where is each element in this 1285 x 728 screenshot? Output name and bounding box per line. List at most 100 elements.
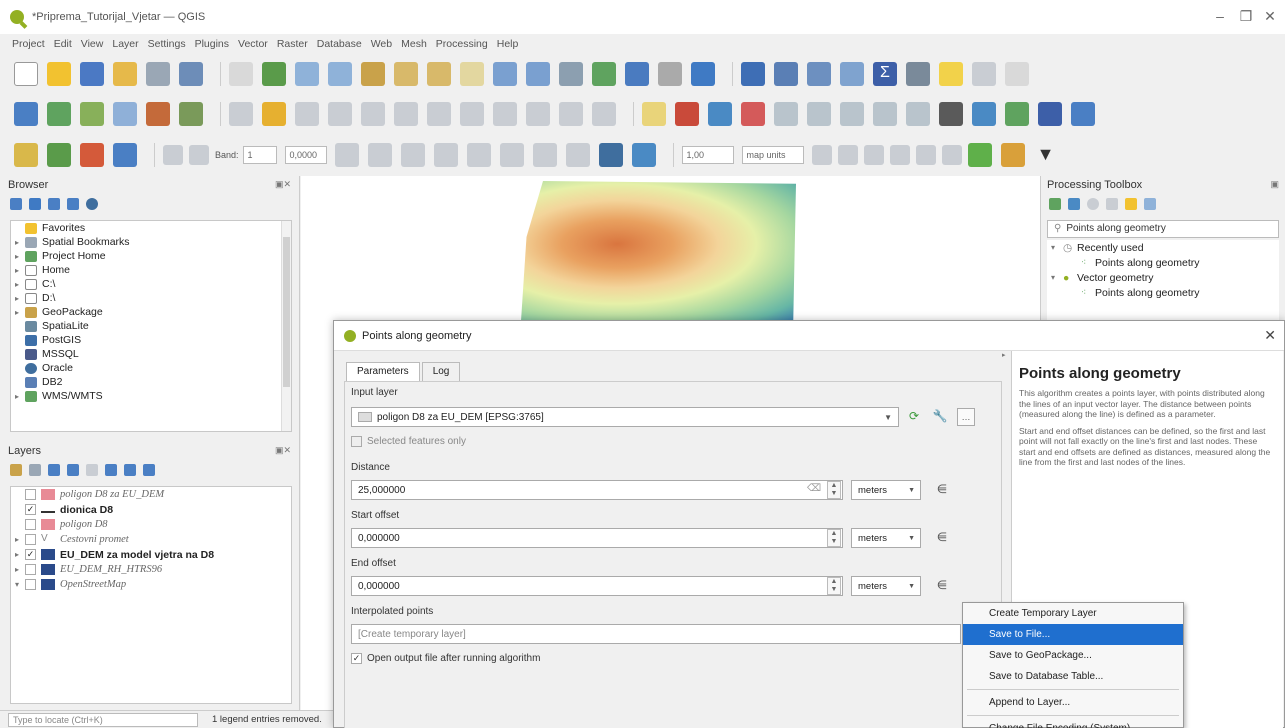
layer-checkbox[interactable]: ✓ <box>25 549 36 560</box>
tab-parameters[interactable]: Parameters <box>346 362 420 382</box>
end-offset-unit-select[interactable]: meters ▼ <box>851 576 921 596</box>
toolbox-algorithm[interactable]: ⁖ Points along geometry <box>1047 255 1279 270</box>
snap-self-icon[interactable] <box>889 145 910 165</box>
browser-scrollbar[interactable] <box>281 221 291 431</box>
tree-item-oracle[interactable]: Oracle <box>11 361 291 375</box>
models-icon[interactable] <box>1049 198 1061 210</box>
deselect-features-icon[interactable] <box>80 143 104 167</box>
panel-float-icon[interactable]: ▣ <box>1270 179 1279 191</box>
python-console-icon[interactable] <box>972 102 996 126</box>
data-source-manager-icon[interactable] <box>14 102 38 126</box>
add-wms-layer-icon[interactable] <box>179 102 203 126</box>
redo-icon[interactable] <box>592 102 616 126</box>
open-attribute-table-icon[interactable] <box>774 62 798 86</box>
menu-settings[interactable]: Settings <box>148 38 186 50</box>
globe-plugin-icon[interactable] <box>1005 102 1029 126</box>
menu-item-create-temporary-layer[interactable]: Create Temporary Layer <box>963 603 1183 624</box>
toolbox-group-recent[interactable]: ▾ ◷ Recently used <box>1047 240 1279 255</box>
field-calculator-icon[interactable] <box>807 62 831 86</box>
collapse-help-arrow-icon[interactable]: ▸ <box>1002 351 1006 359</box>
add-spatialite-icon[interactable] <box>146 102 170 126</box>
mesh-transform-icon[interactable] <box>433 143 458 167</box>
new-project-icon[interactable] <box>14 62 38 86</box>
layer-checkbox[interactable] <box>25 519 36 530</box>
info-icon[interactable] <box>86 198 98 210</box>
layer-checkbox[interactable] <box>25 579 36 590</box>
style-layer-icon[interactable] <box>10 464 22 476</box>
zoom-next-icon[interactable] <box>526 62 550 86</box>
layer-row[interactable]: ▸ EU_DEM_RH_HTRS96 <box>11 562 291 577</box>
change-label-icon[interactable] <box>840 102 864 126</box>
toolbox-algorithm[interactable]: ⁖ Points along geometry <box>1047 285 1279 300</box>
add-selected-layers-icon[interactable] <box>10 198 22 210</box>
end-offset-input[interactable]: 0,000000 <box>351 576 843 596</box>
tree-item-db2[interactable]: DB2 <box>11 375 291 389</box>
open-output-checkbox[interactable]: ✓ <box>351 653 362 664</box>
mesh-force-icon[interactable] <box>499 143 524 167</box>
filter-expression-icon[interactable] <box>86 464 98 476</box>
modify-attributes-icon[interactable] <box>394 102 418 126</box>
save-project-icon[interactable] <box>80 62 104 86</box>
collapse-all-icon[interactable] <box>124 464 136 476</box>
iterate-icon[interactable]: ⟳ <box>905 408 923 426</box>
georeferencer-icon[interactable] <box>334 143 359 167</box>
layer-row[interactable]: ▾ OpenStreetMap <box>11 577 291 592</box>
menu-mesh[interactable]: Mesh <box>401 38 427 50</box>
select-location-icon[interactable] <box>113 143 137 167</box>
identify-raster-icon[interactable] <box>967 143 992 167</box>
move-label-icon[interactable] <box>774 102 798 126</box>
edit-features-in-place-icon[interactable] <box>1125 198 1137 210</box>
plugin-icon[interactable] <box>939 102 963 126</box>
tree-item-spatial-bookmarks[interactable]: ▸ Spatial Bookmarks <box>11 235 291 249</box>
zoom-last-icon[interactable] <box>493 62 517 86</box>
topology-icon[interactable] <box>941 145 962 165</box>
menu-edit[interactable]: Edit <box>54 38 72 50</box>
menu-item-append-to-layer[interactable]: Append to Layer... <box>963 692 1183 713</box>
data-defined-override-icon[interactable]: ⋹ <box>933 481 951 499</box>
filter-legend-icon[interactable] <box>67 464 79 476</box>
menu-item-change-file-encoding[interactable]: Change File Encoding (System)... <box>963 718 1183 728</box>
toggle-editing-icon[interactable] <box>262 102 286 126</box>
band-select[interactable]: 1 <box>242 146 277 164</box>
start-offset-spinner[interactable]: ▲ ▼ <box>827 529 841 547</box>
mesh-edit-icon[interactable] <box>565 143 590 167</box>
paste-features-icon[interactable] <box>526 102 550 126</box>
trace-icon[interactable] <box>837 145 858 165</box>
map-tips-icon[interactable] <box>939 62 963 86</box>
distance-input[interactable]: 25,000000 <box>351 480 843 500</box>
menu-view[interactable]: View <box>81 38 104 50</box>
menu-help[interactable]: Help <box>497 38 519 50</box>
snap-config-icon[interactable] <box>915 145 936 165</box>
collapse-all-icon[interactable] <box>67 198 79 210</box>
scripts-icon[interactable] <box>1068 198 1080 210</box>
zoom-to-layer-icon[interactable] <box>427 62 451 86</box>
highlight-pinned-labels-icon[interactable] <box>708 102 732 126</box>
options-icon[interactable] <box>1144 198 1156 210</box>
data-defined-override-icon[interactable]: ⋹ <box>933 529 951 547</box>
panel-float-icon[interactable]: ▣✕ <box>275 445 291 457</box>
close-icon[interactable]: ✕ <box>1264 327 1276 344</box>
value-input[interactable]: 0,0000 <box>284 146 327 164</box>
mesh-digitize-icon[interactable] <box>367 143 392 167</box>
data-defined-override-icon[interactable]: ⋹ <box>933 577 951 595</box>
distance-spinner[interactable]: ▲ ▼ <box>827 481 841 499</box>
menu-layer[interactable]: Layer <box>112 38 138 50</box>
menu-project[interactable]: Project <box>12 38 45 50</box>
zoom-in-icon[interactable] <box>295 62 319 86</box>
cut-features-icon[interactable] <box>460 102 484 126</box>
style-manager-icon[interactable] <box>179 62 203 86</box>
mesh-undo-icon[interactable] <box>532 143 557 167</box>
menu-raster[interactable]: Raster <box>277 38 308 50</box>
open-project-icon[interactable] <box>47 62 71 86</box>
tree-item-drive-c[interactable]: ▸ C:\ <box>11 277 291 291</box>
maximize-icon[interactable]: ❐ <box>1238 8 1254 25</box>
tree-item-postgis[interactable]: PostGIS <box>11 333 291 347</box>
help-contents-icon[interactable] <box>631 143 656 167</box>
interpolated-points-output[interactable]: [Create temporary layer] <box>351 624 961 644</box>
layer-row[interactable]: ▸ ✓ EU_DEM za model vjetra na D8 <box>11 547 291 562</box>
toolbox-search-input[interactable]: ⚲ Points along geometry <box>1047 220 1279 238</box>
new-3d-map-icon[interactable] <box>592 62 616 86</box>
layer-row[interactable]: ▸ V Cestovni promet <box>11 532 291 547</box>
scale-input[interactable]: 1,00 <box>681 146 734 164</box>
label-properties-icon[interactable] <box>873 102 897 126</box>
